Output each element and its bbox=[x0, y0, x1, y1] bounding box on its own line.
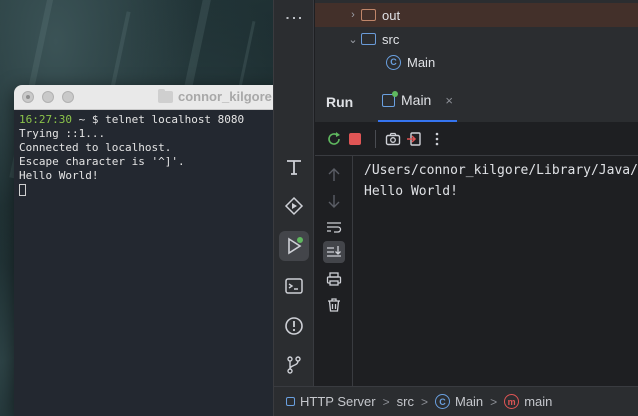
console-line: /Users/connor_kilgore/Library/Java/JavaV… bbox=[364, 163, 638, 178]
terminal-title: connor_kilgore bbox=[158, 88, 272, 104]
chevron-down-icon[interactable]: ⌄ bbox=[345, 33, 361, 46]
terminal-line: Trying ::1... bbox=[19, 127, 106, 140]
breadcrumb-separator: > bbox=[490, 394, 498, 409]
terminal-line: Connected to localhost. bbox=[19, 141, 172, 154]
breadcrumb-label: src bbox=[396, 394, 414, 409]
breadcrumb-class[interactable]: C Main bbox=[434, 394, 484, 409]
stop-button[interactable] bbox=[346, 130, 364, 148]
breadcrumb-label: HTTP Server bbox=[300, 394, 376, 409]
console-output[interactable]: /Users/connor_kilgore/Library/Java/JavaV… bbox=[364, 160, 638, 202]
terminal-tool-icon[interactable] bbox=[279, 271, 309, 301]
minimize-button[interactable] bbox=[42, 91, 54, 103]
module-icon bbox=[286, 397, 295, 406]
console-toolbar bbox=[315, 156, 353, 386]
tree-item-main[interactable]: C Main bbox=[386, 50, 435, 74]
method-icon: m bbox=[504, 394, 520, 409]
scroll-to-end-icon[interactable] bbox=[323, 241, 345, 263]
arrow-up-icon[interactable] bbox=[323, 164, 345, 186]
more-options-icon[interactable] bbox=[428, 130, 446, 148]
terminal-cursor bbox=[19, 184, 26, 196]
services-icon[interactable] bbox=[279, 191, 309, 221]
source-folder-icon bbox=[361, 33, 376, 45]
ide-window: ⋮ › out ⌄ src C Main Run Main × /Users/c… bbox=[273, 0, 638, 416]
chevron-right-icon[interactable]: › bbox=[345, 9, 361, 21]
breadcrumb-module[interactable]: HTTP Server bbox=[286, 394, 376, 409]
tree-item-out[interactable]: › out bbox=[315, 3, 638, 27]
terminal-output[interactable]: 16:27:30 ~ $ telnet localhost 8080 Tryin… bbox=[14, 110, 284, 200]
status-bar: HTTP Server > src > C Main > m main bbox=[274, 386, 638, 416]
prompt-time: 16:27:30 bbox=[19, 113, 72, 126]
print-icon[interactable] bbox=[323, 268, 345, 290]
class-icon: C bbox=[434, 394, 450, 409]
rerun-button[interactable] bbox=[325, 130, 343, 148]
camera-icon[interactable] bbox=[384, 130, 402, 148]
breadcrumb-src[interactable]: src bbox=[397, 394, 414, 409]
run-toolbar bbox=[315, 122, 638, 156]
terminal-window: connor_kilgore 16:27:30 ~ $ telnet local… bbox=[14, 85, 284, 416]
run-panel-title: Run bbox=[326, 94, 354, 110]
tab-label: Main bbox=[401, 92, 432, 108]
prompt-command: ~ $ telnet localhost 8080 bbox=[71, 113, 245, 126]
project-tree: › out ⌄ src C Main bbox=[315, 0, 638, 80]
folder-icon bbox=[158, 88, 173, 103]
problems-icon[interactable] bbox=[279, 311, 309, 341]
tree-item-src[interactable]: ⌄ src bbox=[315, 27, 399, 51]
soft-wrap-icon[interactable] bbox=[323, 216, 345, 238]
terminal-line: Hello World! bbox=[19, 169, 99, 182]
run-panel-header: Run Main × bbox=[315, 80, 638, 122]
folder-icon bbox=[361, 9, 376, 21]
zoom-button[interactable] bbox=[62, 91, 74, 103]
tree-item-label: Main bbox=[407, 54, 436, 70]
run-tool-icon[interactable] bbox=[279, 231, 309, 261]
close-button[interactable] bbox=[22, 91, 34, 103]
tab-main[interactable]: Main × bbox=[378, 80, 457, 122]
breadcrumb-separator: > bbox=[382, 394, 390, 409]
tree-item-label: out bbox=[382, 7, 401, 23]
class-icon: C bbox=[386, 54, 401, 70]
breadcrumb-label: Main bbox=[454, 394, 484, 409]
more-icon[interactable]: ⋮ bbox=[283, 9, 304, 28]
terminal-titlebar[interactable]: connor_kilgore bbox=[14, 85, 284, 110]
tree-item-label: src bbox=[382, 31, 400, 47]
git-icon[interactable] bbox=[279, 350, 309, 380]
breadcrumb-label: main bbox=[524, 394, 553, 409]
text-tool-icon[interactable] bbox=[279, 152, 309, 182]
arrow-down-icon[interactable] bbox=[323, 190, 345, 212]
trash-icon[interactable] bbox=[323, 294, 345, 316]
run-config-icon bbox=[382, 90, 398, 107]
terminal-line: Escape character is '^]'. bbox=[19, 155, 185, 168]
close-icon[interactable]: × bbox=[445, 93, 453, 108]
toolbar-divider bbox=[375, 130, 376, 148]
terminal-title-text: connor_kilgore bbox=[178, 89, 272, 104]
exit-icon[interactable] bbox=[405, 130, 423, 148]
console-line: Hello World! bbox=[364, 184, 458, 199]
breadcrumb-separator: > bbox=[420, 394, 428, 409]
tool-window-strip: ⋮ bbox=[274, 0, 314, 386]
breadcrumb-method[interactable]: m main bbox=[504, 394, 552, 409]
